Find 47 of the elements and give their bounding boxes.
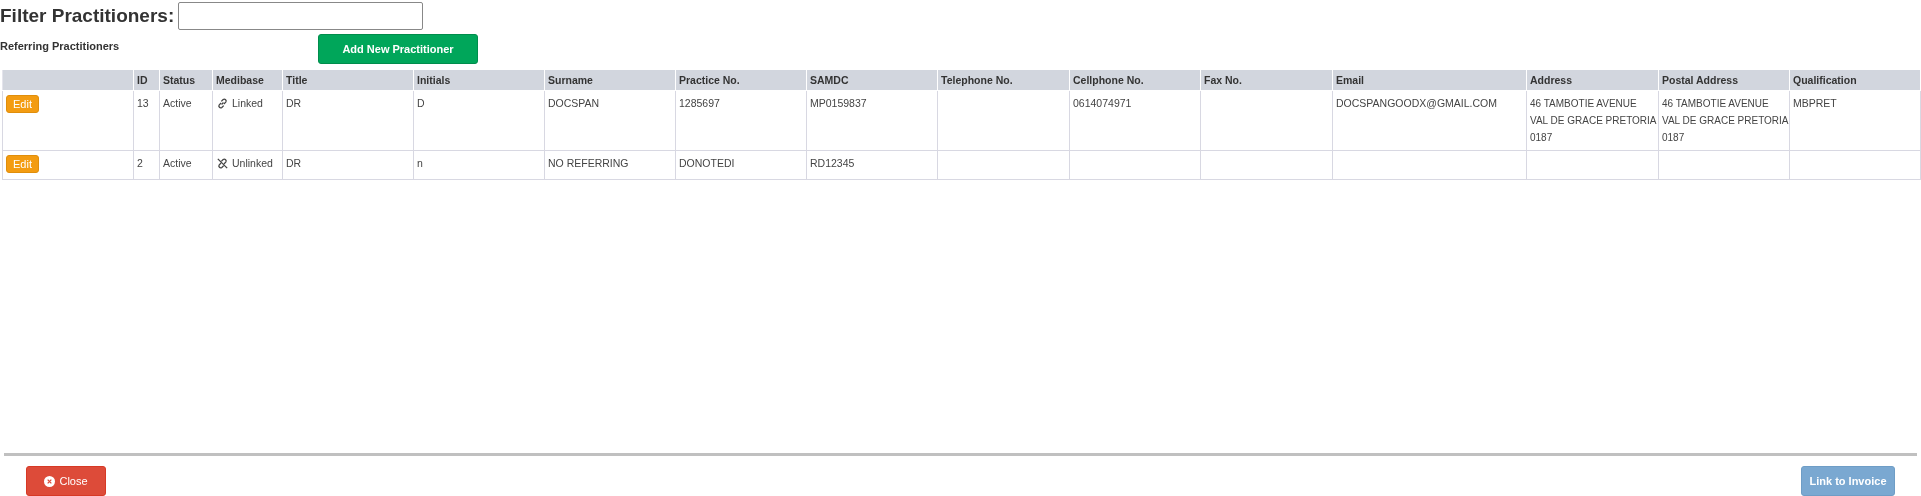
close-icon <box>44 475 56 487</box>
filter-field[interactable] <box>178 2 424 30</box>
address-line: 0187 <box>1530 131 1554 145</box>
column-header: Fax No. <box>1204 74 1242 86</box>
section-title: Referring Practitioners <box>0 40 121 52</box>
table-cell: DOCSPANGOODX@GMAIL.COM <box>1336 97 1497 109</box>
table-cell: 0614074971 <box>1073 97 1132 109</box>
column-header: Qualification <box>1793 74 1857 86</box>
address-line: 0187 <box>1662 131 1686 145</box>
edit-button[interactable]: Edit <box>6 155 39 173</box>
table-cell: 1285697 <box>679 97 720 109</box>
address-line: 46 TAMBOTIE AVENUE <box>1530 97 1638 111</box>
edit-button[interactable]: Edit <box>6 95 39 113</box>
column-header: Status <box>163 74 196 86</box>
table-cell-text: Unlinked <box>232 156 273 171</box>
column-header: Cellphone No. <box>1073 74 1144 86</box>
column-header: Telephone No. <box>941 74 1013 86</box>
table-cell: MBPRET <box>1793 97 1837 109</box>
table-cell: DR <box>286 97 302 109</box>
table-cell-text: Linked <box>232 96 263 111</box>
column-header: Practice No. <box>679 74 740 86</box>
table-cell: Active <box>163 97 192 109</box>
column-header: Postal Address <box>1662 74 1739 86</box>
table-cell: Active <box>163 157 192 169</box>
column-header: ID <box>137 74 148 86</box>
table-cell: 2 <box>137 157 143 169</box>
column-header: Surname <box>548 74 593 86</box>
add-practitioner-button[interactable]: Add New Practitioner <box>318 34 478 64</box>
column-header: Medibase <box>216 74 264 86</box>
column-header: Email <box>1336 74 1364 86</box>
table-cell: DONOTEDI <box>679 157 735 169</box>
column-header: Title <box>286 74 308 86</box>
table-cell: D <box>417 97 425 109</box>
table-cell: RD12345 <box>810 157 855 169</box>
table-cell: 13 <box>137 97 149 109</box>
address-line: VAL DE GRACE PRETORIA <box>1530 114 1655 128</box>
filter-label: Filter Practitioners: <box>0 5 175 27</box>
table-cell: DR <box>286 157 302 169</box>
table-cell: NO REFERRING <box>548 157 629 169</box>
table-cell: n <box>417 157 423 169</box>
table-cell: MP0159837 <box>810 97 867 109</box>
table-cell: DOCSPAN <box>548 97 600 109</box>
address-line: 46 TAMBOTIE AVENUE <box>1662 97 1770 111</box>
close-button[interactable]: Close <box>26 466 106 496</box>
column-header: Address <box>1530 74 1572 86</box>
column-header: Initials <box>417 74 451 86</box>
column-header: SAMDC <box>810 74 849 86</box>
